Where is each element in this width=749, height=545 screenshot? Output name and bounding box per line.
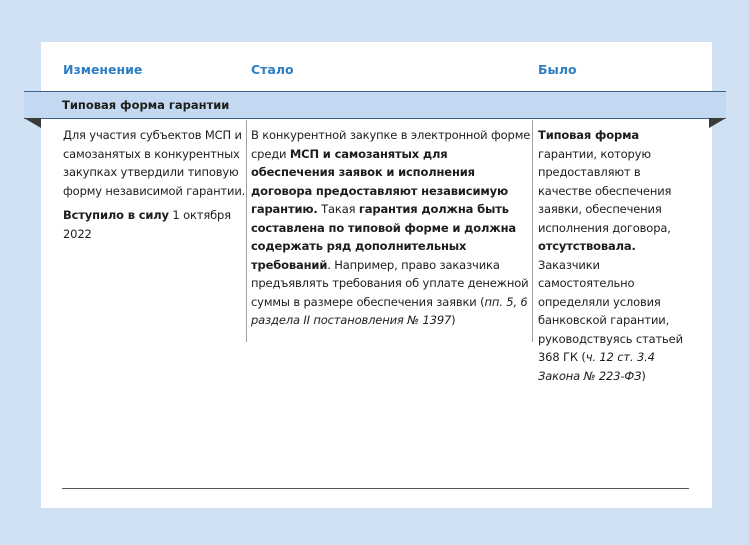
was-column: Типовая форма гарантии, которую предоста… [538,126,690,391]
was-text: Типовая форма гарантии, которую предоста… [538,126,690,385]
effective-date: Вступило в силу 1 октября 2022 [63,206,249,243]
header-was: Было [538,62,577,77]
header-became: Стало [251,62,294,77]
header-change: Изменение [63,62,143,77]
became-text-4: ) [451,313,456,327]
band-fold-right [709,118,726,128]
bottom-rule [62,488,689,489]
section-band: Типовая форма гарантии [24,91,726,119]
effective-label: Вступило в силу [63,208,169,222]
became-text-2: Такая [317,202,359,216]
band-fold-left [24,118,41,128]
change-text: Для участия субъектов МСП и самозанятых … [63,128,246,198]
was-text-3: ) [641,368,646,383]
was-text-2: Заказчики самостоятельно определяли усло… [538,257,683,365]
became-text: В конкурентной закупке в электронной фор… [251,126,531,330]
change-column: Для участия субъектов МСП и самозанятых … [63,126,249,249]
was-bold-2: отсутствовала. [538,239,636,253]
was-bold-1: Типовая форма [538,128,639,142]
column-divider-2 [532,120,533,342]
section-title: Типовая форма гарантии [62,98,230,112]
became-column: В конкурентной закупке в электронной фор… [251,126,531,336]
was-text-1: гарантии, которую предоставляют в качест… [538,146,672,235]
